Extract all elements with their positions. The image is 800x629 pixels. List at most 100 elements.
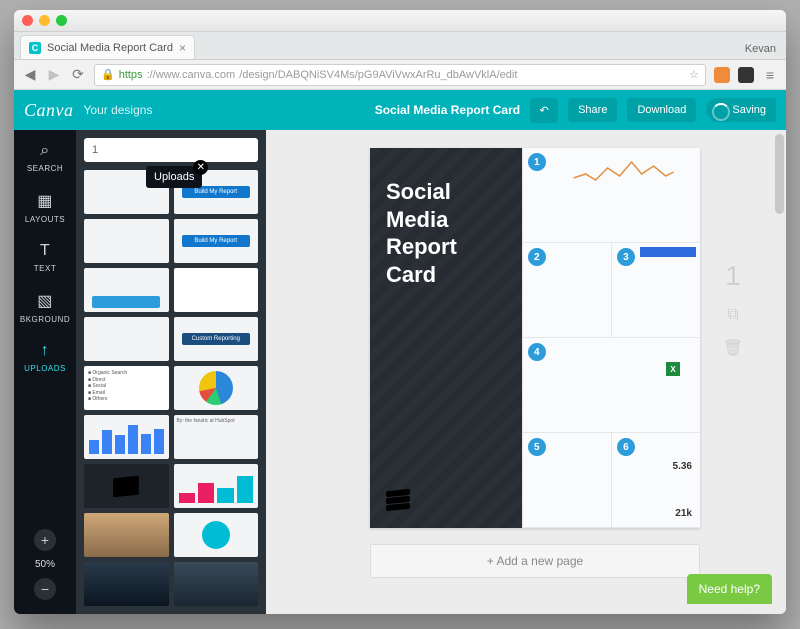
app-header: Canva Your designs Social Media Report C… bbox=[14, 90, 786, 130]
design-tile[interactable]: 5 bbox=[522, 433, 611, 528]
design-tile[interactable]: 2 bbox=[522, 243, 611, 338]
browser-tabstrip: C Social Media Report Card × Kevan bbox=[14, 32, 786, 60]
buffer-logo-icon bbox=[113, 473, 139, 499]
scrollbar-thumb[interactable] bbox=[775, 134, 784, 214]
browser-address-bar: ◀ ▶ ⟳ 🔒 https ://www.canva.com /design/D… bbox=[14, 60, 786, 90]
upload-thumb[interactable] bbox=[174, 366, 259, 410]
mac-titlebar bbox=[14, 10, 786, 32]
tile-number-badge: 5 bbox=[528, 438, 546, 456]
tool-rail: ⌕ SEARCH ▦LAYOUTS T TEXT ▧BKGROUND ↑UPLOAD… bbox=[14, 130, 76, 614]
close-window-button[interactable] bbox=[22, 15, 33, 26]
browser-tab[interactable]: C Social Media Report Card × bbox=[20, 35, 195, 59]
saving-indicator: Saving bbox=[706, 98, 776, 122]
url-input[interactable]: 🔒 https ://www.canva.com /design/DABQNiS… bbox=[94, 64, 706, 86]
download-button[interactable]: Download bbox=[627, 98, 696, 122]
undo-button[interactable]: ↶ bbox=[530, 98, 558, 123]
duplicate-page-button[interactable]: ⧉ bbox=[718, 306, 748, 324]
close-tab-button[interactable]: × bbox=[179, 41, 186, 55]
lock-icon: 🔒 bbox=[101, 68, 115, 81]
rail-label: UPLOADS bbox=[24, 364, 66, 373]
url-path: /design/DABQNiSV4Ms/pG9AViVwxArRu_dbAwVk… bbox=[239, 69, 517, 81]
tile-number-badge: 4 bbox=[528, 343, 546, 361]
rail-search[interactable]: ⌕ SEARCH bbox=[14, 132, 76, 181]
browser-window: C Social Media Report Card × Kevan ◀ ▶ ⟳… bbox=[14, 10, 786, 614]
rail-text[interactable]: T TEXT bbox=[14, 232, 76, 281]
upload-thumb[interactable] bbox=[84, 317, 169, 361]
design-tile[interactable]: 6 5.36 21k bbox=[611, 433, 700, 528]
brand-logo[interactable]: Canva bbox=[24, 100, 74, 121]
upload-thumb[interactable]: ■ Organic Search■ Direct■ Social■ Email■… bbox=[84, 366, 169, 410]
upload-thumb[interactable]: Custom Reporting bbox=[174, 317, 259, 361]
need-help-button[interactable]: Need help? bbox=[687, 574, 772, 604]
upload-thumb[interactable] bbox=[174, 513, 259, 557]
pie-chart-icon bbox=[199, 371, 233, 405]
design-tile[interactable]: 4X bbox=[522, 338, 700, 433]
maximize-window-button[interactable] bbox=[56, 15, 67, 26]
url-host: ://www.canva.com bbox=[147, 69, 236, 81]
your-designs-link[interactable]: Your designs bbox=[84, 103, 153, 117]
delete-page-button[interactable]: 🗑 bbox=[718, 338, 748, 358]
metric-value: 5.36 bbox=[673, 461, 692, 472]
app-body: ⌕ SEARCH ▦LAYOUTS T TEXT ▧BKGROUND ↑UPLOAD… bbox=[14, 130, 786, 614]
upload-thumb[interactable] bbox=[174, 562, 259, 606]
upload-thumb[interactable] bbox=[174, 464, 259, 508]
layouts-icon: ▦ bbox=[14, 191, 76, 211]
tile-number-badge: 3 bbox=[617, 248, 635, 266]
design-title-panel: Social Media Report Card bbox=[370, 148, 522, 528]
page-controls: 1 ⧉ 🗑 bbox=[718, 260, 748, 358]
zoom-out-button[interactable]: − bbox=[34, 578, 56, 600]
design-title[interactable]: Social Media Report Card bbox=[386, 178, 506, 288]
zoom-level: 50% bbox=[35, 559, 55, 570]
thumb-caption: Custom Reporting bbox=[182, 333, 250, 345]
canva-app: Canva Your designs Social Media Report C… bbox=[14, 90, 786, 614]
design-canvas[interactable]: Social Media Report Card 1 2 3 bbox=[266, 130, 786, 614]
document-title[interactable]: Social Media Report Card bbox=[375, 103, 520, 117]
vertical-scrollbar[interactable] bbox=[775, 134, 784, 610]
search-icon: ⌕ bbox=[14, 142, 76, 160]
upload-thumb[interactable] bbox=[84, 562, 169, 606]
add-page-label: + Add a new page bbox=[487, 554, 583, 568]
circle-icon bbox=[202, 521, 230, 549]
rail-background[interactable]: ▧BKGROUND bbox=[14, 281, 76, 332]
upload-thumb[interactable] bbox=[174, 268, 259, 312]
upload-thumb[interactable] bbox=[84, 513, 169, 557]
tooltip-label: Uploads bbox=[154, 171, 194, 183]
design-page[interactable]: Social Media Report Card 1 2 3 bbox=[370, 148, 700, 528]
page-number: 1 bbox=[718, 260, 748, 292]
extension-icon[interactable] bbox=[714, 67, 730, 83]
extension-icon[interactable] bbox=[738, 67, 754, 83]
text-icon: T bbox=[14, 242, 76, 260]
upload-thumb[interactable] bbox=[84, 464, 169, 508]
share-button[interactable]: Share bbox=[568, 98, 617, 122]
upload-thumb[interactable]: Build My Report bbox=[174, 219, 259, 263]
design-tile[interactable]: 1 bbox=[522, 148, 700, 243]
browser-profile-name[interactable]: Kevan bbox=[735, 39, 786, 59]
bar-chart-icon bbox=[174, 464, 259, 508]
rail-layouts[interactable]: ▦LAYOUTS bbox=[14, 181, 76, 232]
tile-number-badge: 2 bbox=[528, 248, 546, 266]
rail-label: SEARCH bbox=[27, 164, 63, 173]
zoom-in-button[interactable]: + bbox=[34, 529, 56, 551]
search-value: 1 bbox=[92, 144, 98, 156]
forward-button[interactable]: ▶ bbox=[46, 66, 62, 83]
browser-menu-button[interactable]: ≡ bbox=[762, 67, 778, 83]
bookmark-star-icon[interactable]: ☆ bbox=[689, 68, 699, 81]
rail-uploads[interactable]: ↑UPLOADS bbox=[14, 332, 76, 381]
back-button[interactable]: ◀ bbox=[22, 66, 38, 83]
favicon: C bbox=[29, 42, 41, 54]
bar-chart-icon bbox=[84, 415, 169, 459]
upload-thumb[interactable]: By: the fanatic at HubSpot bbox=[174, 415, 259, 459]
add-page-button[interactable]: + Add a new page bbox=[370, 544, 700, 578]
rail-label: TEXT bbox=[34, 264, 56, 273]
thumb-caption: Build My Report bbox=[182, 235, 250, 247]
metric-value: 21k bbox=[675, 508, 692, 519]
reload-button[interactable]: ⟳ bbox=[70, 66, 86, 83]
upload-thumb[interactable] bbox=[84, 415, 169, 459]
upload-thumb[interactable] bbox=[84, 219, 169, 263]
background-icon: ▧ bbox=[14, 291, 76, 311]
uploads-tooltip: Uploads ✕ bbox=[146, 166, 202, 188]
design-tile[interactable]: 3 bbox=[611, 243, 700, 338]
panel-search-input[interactable]: 1 bbox=[84, 138, 258, 162]
upload-thumb[interactable] bbox=[84, 268, 169, 312]
minimize-window-button[interactable] bbox=[39, 15, 50, 26]
